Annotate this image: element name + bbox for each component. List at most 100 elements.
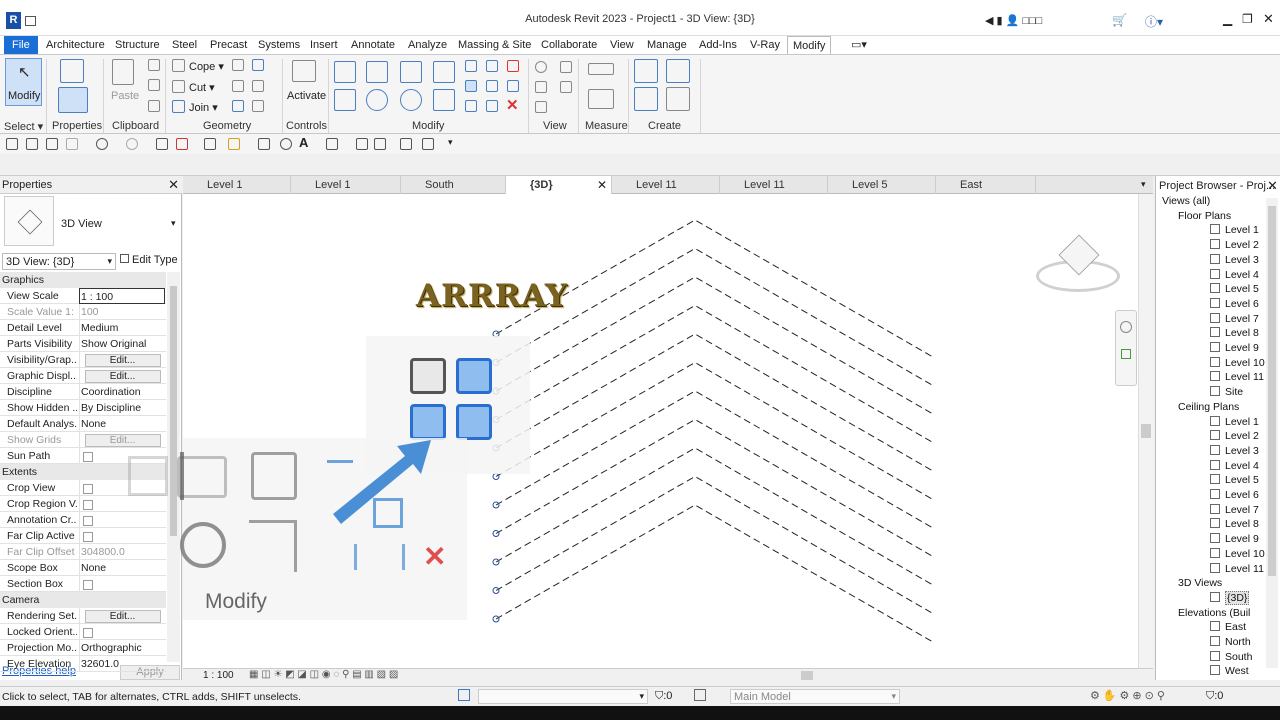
print-icon[interactable] xyxy=(156,138,168,150)
property-row[interactable]: Default Analys... None xyxy=(0,416,166,432)
cart-icon[interactable]: 🛒 xyxy=(1112,13,1127,27)
comm-icon[interactable]: ◀ ▮ xyxy=(985,15,1006,27)
match-properties-icon[interactable] xyxy=(148,100,160,112)
browser-ceiling-plan-item[interactable]: Level 2 xyxy=(1210,430,1259,442)
delete-icon[interactable]: ✕ xyxy=(506,96,519,114)
browser-ceiling-plan-item[interactable]: Level 7 xyxy=(1210,503,1259,516)
selection-toggle-icons[interactable]: ⚙✋⚙⊕⊙⚲ xyxy=(1090,689,1168,702)
tab-insert[interactable]: Insert xyxy=(305,36,343,54)
browser-ceiling-plan-item[interactable]: Level 5 xyxy=(1210,474,1259,486)
join-icon[interactable] xyxy=(172,100,185,113)
tab-modify[interactable]: Modify xyxy=(787,36,832,54)
property-value[interactable]: None xyxy=(79,560,165,576)
aligned-dimension-icon[interactable] xyxy=(588,89,614,109)
property-row[interactable]: Show Hidden ... By Discipline xyxy=(0,400,166,416)
property-value[interactable]: 100 xyxy=(79,304,165,320)
camera-section[interactable]: Camera xyxy=(0,592,166,608)
property-checkbox[interactable] xyxy=(83,628,93,638)
browser-3d-views[interactable]: 3D Views xyxy=(1178,577,1222,589)
minimize-button[interactable]: ▁ xyxy=(1223,12,1232,26)
property-checkbox[interactable] xyxy=(83,580,93,590)
property-row[interactable]: Parts Visibility Show Original xyxy=(0,336,166,352)
browser-ceiling-plan-item[interactable]: Level 8 xyxy=(1210,518,1259,530)
property-checkbox[interactable] xyxy=(83,484,93,494)
zoom-icon[interactable] xyxy=(1121,349,1131,359)
dimension-qat-icon[interactable] xyxy=(228,138,240,150)
view-control-icons[interactable]: ▦ ◫ ☀ ◩ ◪ ◫ ◉ ◌ ⚲ ▤ ▥ ▧ ▨ xyxy=(249,669,398,680)
activate-label[interactable]: Activate xyxy=(287,90,326,102)
level-line[interactable] xyxy=(495,475,934,614)
property-row[interactable]: Crop Region V... xyxy=(0,496,166,512)
tab-view[interactable]: View xyxy=(605,36,639,54)
join-label[interactable]: Join ▾ xyxy=(189,101,218,114)
browser-floor-plan-item[interactable]: Site xyxy=(1210,386,1243,398)
filter-icon[interactable]: ⛉ xyxy=(1206,690,1214,702)
property-row[interactable]: Far Clip Active xyxy=(0,528,166,544)
browser-3d-view-item[interactable]: {3D} xyxy=(1210,590,1250,605)
browser-elevations[interactable]: Elevations (Buil xyxy=(1178,607,1250,619)
property-row[interactable]: Projection Mo... Orthographic xyxy=(0,640,166,656)
property-row[interactable]: Rendering Set... Edit... xyxy=(0,608,166,624)
level-line[interactable] xyxy=(495,304,934,443)
tab-list-dropdown-icon[interactable]: ▾ xyxy=(1141,179,1146,190)
pdf-icon[interactable] xyxy=(176,138,188,150)
select-panel-label[interactable]: Select ▾ xyxy=(4,120,43,133)
level-line[interactable] xyxy=(495,333,934,472)
browser-floor-plan-item[interactable]: Level 11 xyxy=(1210,371,1264,383)
property-row[interactable]: Far Clip Offset 304800.0 xyxy=(0,544,166,560)
close-browser-icon[interactable]: ✕ xyxy=(1267,178,1278,194)
browser-floor-plan-item[interactable]: Level 8 xyxy=(1210,327,1259,339)
browser-ceiling-plan-item[interactable]: Level 3 xyxy=(1210,444,1259,457)
browser-floor-plans[interactable]: Floor Plans xyxy=(1178,210,1231,222)
property-row[interactable]: Section Box xyxy=(0,576,166,592)
property-row[interactable]: Scope Box None xyxy=(0,560,166,576)
browser-floor-plan-item[interactable]: Level 2 xyxy=(1210,239,1259,251)
browser-floor-plan-item[interactable]: Level 6 xyxy=(1210,297,1259,310)
browser-ceiling-plan-item[interactable]: Level 4 xyxy=(1210,459,1259,472)
browser-views-all[interactable]: Views (all) xyxy=(1162,195,1210,207)
array-icon[interactable] xyxy=(465,80,477,92)
property-value[interactable] xyxy=(79,496,165,512)
browser-elevation-item[interactable]: South xyxy=(1210,650,1252,663)
property-value[interactable] xyxy=(79,624,165,640)
create-similar-icon[interactable] xyxy=(666,87,690,111)
browser-floor-plan-item[interactable]: Level 5 xyxy=(1210,283,1259,295)
property-row[interactable]: Discipline Coordination xyxy=(0,384,166,400)
property-value[interactable]: Edit... xyxy=(79,608,165,624)
geometry-tool-4-icon[interactable] xyxy=(252,80,264,92)
tab-manage[interactable]: Manage xyxy=(642,36,692,54)
property-value[interactable]: None xyxy=(79,416,165,432)
edit-button[interactable]: Edit... xyxy=(84,370,161,383)
cut-label[interactable]: Cut ▾ xyxy=(189,81,215,94)
thin-lines-icon[interactable] xyxy=(374,138,386,150)
property-row[interactable]: View Scale 1 : 100 xyxy=(0,288,166,304)
tab-steel[interactable]: Steel xyxy=(167,36,202,54)
browser-floor-plan-item[interactable]: Level 4 xyxy=(1210,268,1259,281)
type-dropdown-icon[interactable]: ▾ xyxy=(171,218,176,229)
property-checkbox[interactable] xyxy=(83,500,93,510)
browser-ceiling-plan-item[interactable]: Level 10 xyxy=(1210,547,1265,560)
properties-icon[interactable] xyxy=(58,87,88,113)
tab-collaborate[interactable]: Collaborate xyxy=(536,36,602,54)
split-gap-icon[interactable] xyxy=(486,60,498,72)
geometry-tool-1-icon[interactable] xyxy=(232,59,244,71)
activate-icon[interactable] xyxy=(292,60,316,82)
geometry-tool-6-icon[interactable] xyxy=(252,100,264,112)
browser-scrollbar[interactable] xyxy=(1266,198,1278,668)
cope-icon[interactable] xyxy=(172,59,185,72)
move-icon[interactable] xyxy=(334,89,356,111)
tab-annotate[interactable]: Annotate xyxy=(346,36,400,54)
copy-icon[interactable] xyxy=(366,89,388,111)
offset-icon[interactable] xyxy=(366,61,388,83)
property-value[interactable] xyxy=(79,576,165,592)
view-tab-south[interactable]: South xyxy=(401,176,506,194)
open-icon[interactable] xyxy=(6,138,18,150)
type-selector[interactable]: 3D View: {3D} ▾ xyxy=(2,253,116,270)
property-value[interactable]: Edit... xyxy=(79,368,165,384)
create-assembly-icon[interactable] xyxy=(634,59,658,83)
paste-icon[interactable] xyxy=(112,59,134,85)
view-tab-level-1-a[interactable]: Level 1 xyxy=(183,176,291,194)
property-value[interactable]: Coordination xyxy=(79,384,165,400)
geometry-tool-2-icon[interactable] xyxy=(252,59,264,71)
property-row[interactable]: Visibility/Grap... Edit... xyxy=(0,352,166,368)
